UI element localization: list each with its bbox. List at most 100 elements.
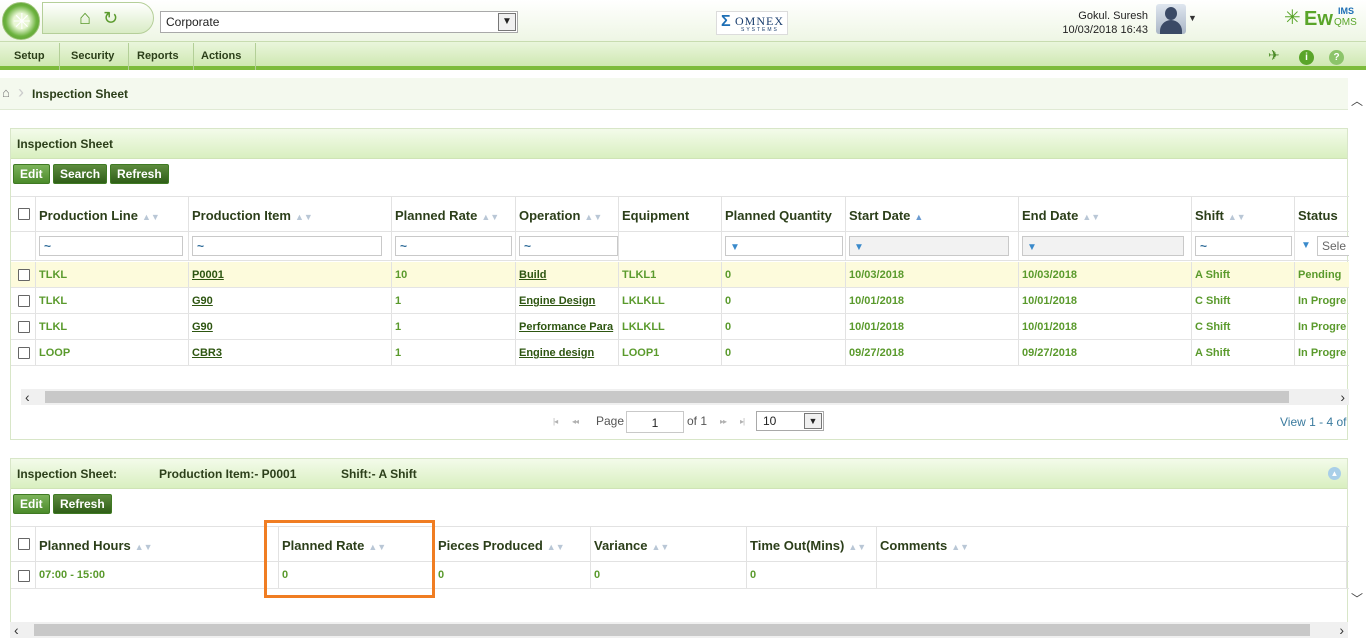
col-pieces-produced[interactable]: Pieces Produced ▲▼ — [435, 527, 591, 561]
filter-funnel-icon[interactable]: ▼ — [730, 242, 740, 253]
filter-funnel-icon[interactable]: ▼ — [854, 242, 864, 253]
row-checkbox[interactable] — [18, 321, 30, 333]
cell-operation-link[interactable]: Engine design — [516, 340, 619, 365]
prev-page-icon[interactable]: ◂◂ — [572, 417, 579, 426]
scroll-thumb[interactable] — [45, 391, 1289, 403]
table-row[interactable]: TLKL G90 1 Engine Design LKLKLL 0 10/01/… — [11, 288, 1349, 314]
col-planned-rate[interactable]: Planned Rate ▲▼ — [392, 197, 516, 231]
page-input[interactable]: 1 — [626, 411, 684, 433]
app-logo-icon[interactable]: ✳ — [2, 2, 40, 40]
company-select[interactable]: Corporate ▼ — [160, 11, 518, 33]
sort-icon[interactable]: ▲▼ — [1082, 212, 1100, 222]
col-production-line[interactable]: Production Line ▲▼ — [36, 197, 189, 231]
row-checkbox[interactable] — [18, 269, 30, 281]
pin-icon[interactable]: ✈ — [1268, 47, 1280, 64]
sort-icon[interactable]: ▲▼ — [547, 542, 565, 552]
sort-icon[interactable]: ▲▼ — [652, 542, 670, 552]
next-page-icon[interactable]: ▸▸ — [720, 417, 727, 426]
menu-setup[interactable]: Setup — [0, 43, 60, 70]
sort-icon[interactable]: ▲▼ — [584, 212, 602, 222]
col-planned-quantity[interactable]: Planned Quantity — [722, 197, 846, 231]
col-comments[interactable]: Comments ▲▼ — [877, 527, 1347, 561]
edit-button[interactable]: Edit — [13, 494, 50, 514]
sort-icon[interactable]: ▲▼ — [481, 212, 499, 222]
info-icon[interactable]: i — [1299, 50, 1314, 65]
last-page-icon[interactable]: ▸| — [740, 417, 745, 426]
page-horizontal-scrollbar[interactable]: ‹ › — [10, 622, 1348, 638]
scroll-right-icon[interactable]: › — [1340, 389, 1345, 405]
menu-reports[interactable]: Reports — [123, 43, 194, 70]
cell-comments[interactable] — [877, 562, 1347, 588]
collapse-icon[interactable]: ▲ — [1328, 467, 1341, 480]
filter-planned-quantity[interactable]: ▼ — [725, 236, 843, 256]
col-start-date[interactable]: Start Date ▲ — [846, 197, 1019, 231]
filter-funnel-icon[interactable]: ▼ — [1301, 240, 1311, 251]
sort-asc-icon[interactable]: ▲ — [914, 212, 923, 222]
col-time-out[interactable]: Time Out(Mins) ▲▼ — [747, 527, 877, 561]
col-planned-hours[interactable]: Planned Hours ▲▼ — [36, 527, 279, 561]
select-all-checkbox[interactable] — [18, 208, 30, 220]
scroll-thumb[interactable] — [34, 624, 1310, 636]
cell-production-item-link[interactable]: CBR3 — [189, 340, 392, 365]
col-equipment[interactable]: Equipment — [619, 197, 722, 231]
grid-horizontal-scrollbar[interactable]: ‹ › — [21, 389, 1349, 405]
help-icon[interactable]: ? — [1329, 50, 1344, 65]
refresh-button[interactable]: Refresh — [53, 494, 112, 514]
filter-operation[interactable]: ~ — [519, 236, 618, 256]
col-status[interactable]: Status — [1295, 197, 1349, 231]
scroll-left-icon[interactable]: ‹ — [14, 622, 19, 638]
cell-operation-link[interactable]: Engine Design — [516, 288, 619, 313]
col-production-item[interactable]: Production Item ▲▼ — [189, 197, 392, 231]
sort-icon[interactable]: ▲▼ — [951, 542, 969, 552]
cell-production-item-link[interactable]: G90 — [189, 288, 392, 313]
filter-production-line[interactable]: ~ — [39, 236, 183, 256]
filter-production-item[interactable]: ~ — [192, 236, 382, 256]
col-operation[interactable]: Operation ▲▼ — [516, 197, 619, 231]
cell-production-item-link[interactable]: G90 — [189, 314, 392, 339]
cell-operation-link[interactable]: Performance Para — [516, 314, 619, 339]
refresh-button[interactable]: Refresh — [110, 164, 169, 184]
scroll-up-icon[interactable]: ︿ — [1351, 92, 1363, 109]
scroll-thumb[interactable] — [1350, 110, 1364, 588]
row-checkbox[interactable] — [18, 295, 30, 307]
table-row[interactable]: TLKL G90 1 Performance Para LKLKLL 0 10/… — [11, 314, 1349, 340]
first-page-icon[interactable]: |◂ — [553, 417, 558, 426]
sort-icon[interactable]: ▲▼ — [135, 542, 153, 552]
sort-icon[interactable]: ▲▼ — [142, 212, 160, 222]
row-checkbox[interactable] — [18, 570, 30, 582]
col-variance[interactable]: Variance ▲▼ — [591, 527, 747, 561]
sort-icon[interactable]: ▲▼ — [1228, 212, 1246, 222]
search-button[interactable]: Search — [53, 164, 108, 184]
chevron-down-icon[interactable]: ▼ — [498, 13, 516, 31]
select-all-checkbox[interactable] — [18, 538, 30, 550]
cell-production-item-link[interactable]: P0001 — [189, 262, 392, 287]
scroll-right-icon[interactable]: › — [1339, 622, 1344, 638]
table-row[interactable]: TLKL P0001 10 Build TLKL1 0 10/03/2018 1… — [11, 262, 1349, 288]
filter-start-date[interactable]: ▼ — [849, 236, 1009, 256]
sort-icon[interactable]: ▲▼ — [848, 542, 866, 552]
edit-button[interactable]: Edit — [13, 164, 50, 184]
filter-shift[interactable]: ~ — [1195, 236, 1292, 256]
filter-funnel-icon[interactable]: ▼ — [1027, 242, 1037, 253]
menu-security[interactable]: Security — [57, 43, 130, 70]
filter-end-date[interactable]: ▼ — [1022, 236, 1184, 256]
avatar[interactable] — [1156, 4, 1186, 34]
filter-status-select[interactable]: Sele — [1317, 236, 1349, 256]
col-shift[interactable]: Shift ▲▼ — [1192, 197, 1295, 231]
chevron-down-icon[interactable]: ▼ — [804, 413, 822, 429]
cell-operation-link[interactable]: Build — [516, 262, 619, 287]
home-icon[interactable]: ⌂ — [79, 7, 91, 29]
page-size-select[interactable]: 10 ▼ — [756, 411, 824, 431]
table-row[interactable]: 07:00 - 15:00 0 0 0 0 — [11, 562, 1349, 589]
filter-planned-rate[interactable]: ~ — [395, 236, 512, 256]
user-menu-caret-icon[interactable]: ▼ — [1188, 13, 1197, 23]
col-end-date[interactable]: End Date ▲▼ — [1019, 197, 1192, 231]
menu-actions[interactable]: Actions — [187, 43, 257, 70]
table-row[interactable]: LOOP CBR3 1 Engine design LOOP1 0 09/27/… — [11, 340, 1349, 366]
row-checkbox[interactable] — [18, 347, 30, 359]
scroll-left-icon[interactable]: ‹ — [25, 389, 30, 405]
breadcrumb-home-icon[interactable]: ⌂ — [2, 85, 10, 100]
scroll-down-icon[interactable]: ﹀ — [1351, 590, 1363, 607]
refresh-icon[interactable]: ↻ — [103, 7, 118, 29]
page-scrollbar[interactable]: ︿ ﹀ — [1348, 88, 1366, 612]
